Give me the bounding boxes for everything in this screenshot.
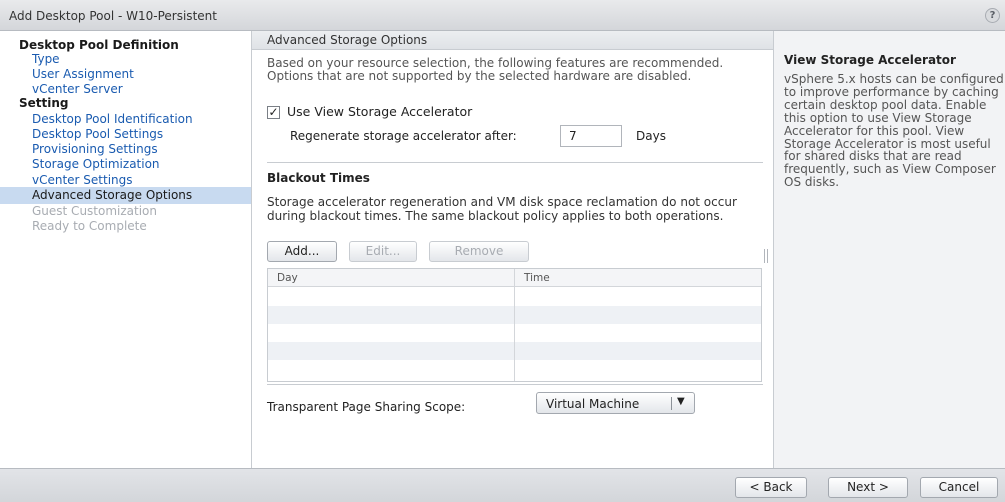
column-header-time[interactable]: Time: [524, 272, 550, 284]
help-icon[interactable]: ?: [985, 8, 1000, 23]
blackout-times-description: Storage accelerator regeneration and VM …: [267, 195, 737, 223]
back-button[interactable]: < Back: [735, 477, 807, 498]
regenerate-days-unit: Days: [636, 129, 666, 143]
resize-grip[interactable]: [764, 249, 768, 263]
divider: [267, 384, 763, 385]
page-sharing-scope-label: Transparent Page Sharing Scope:: [267, 400, 466, 414]
column-header-day[interactable]: Day: [277, 272, 298, 284]
add-blackout-button[interactable]: Add...: [267, 241, 337, 262]
nav-heading-setting: Setting: [19, 96, 69, 110]
column-divider: [514, 269, 515, 381]
select-separator: [671, 397, 672, 410]
nav-item-ready-to-complete: Ready to Complete: [32, 219, 147, 233]
cancel-button[interactable]: Cancel: [920, 477, 998, 498]
blackout-times-heading: Blackout Times: [267, 171, 370, 185]
page-sharing-scope-select[interactable]: Virtual Machine ▼: [536, 392, 695, 414]
use-accelerator-label[interactable]: Use View Storage Accelerator: [287, 104, 472, 119]
nav-item-storage-optimization[interactable]: Storage Optimization: [0, 156, 251, 173]
section-title: Advanced Storage Options: [267, 33, 428, 47]
main-panel: Advanced Storage Options Based on your r…: [252, 31, 773, 468]
page-sharing-scope-value: Virtual Machine: [546, 397, 640, 411]
section-header: Advanced Storage Options: [252, 31, 773, 50]
help-body: vSphere 5.x hosts can be configured to i…: [784, 72, 1004, 190]
wizard-footer: < Back Next > Cancel: [0, 468, 1005, 502]
regenerate-label: Regenerate storage accelerator after:: [290, 129, 517, 143]
nav-heading-definition: Desktop Pool Definition: [19, 38, 179, 52]
regenerate-days-input[interactable]: [560, 125, 622, 147]
divider: [267, 162, 763, 163]
window-titlebar: Add Desktop Pool - W10-Persistent ?: [0, 0, 1005, 31]
help-panel: View Storage Accelerator vSphere 5.x hos…: [773, 31, 1005, 468]
edit-blackout-button: Edit...: [349, 241, 417, 262]
help-title: View Storage Accelerator: [784, 53, 956, 67]
nav-item-advanced-storage-options[interactable]: Advanced Storage Options: [0, 187, 251, 204]
next-button[interactable]: Next >: [828, 477, 908, 498]
wizard-nav: Desktop Pool Definition Type User Assign…: [0, 31, 252, 468]
chevron-down-icon[interactable]: ▼: [677, 396, 685, 407]
use-accelerator-checkbox[interactable]: ✓: [267, 106, 280, 119]
blackout-times-table[interactable]: Day Time: [267, 268, 762, 382]
remove-blackout-button: Remove: [429, 241, 529, 262]
window-title: Add Desktop Pool - W10-Persistent: [9, 9, 217, 23]
intro-text: Based on your resource selection, the fo…: [267, 56, 724, 83]
